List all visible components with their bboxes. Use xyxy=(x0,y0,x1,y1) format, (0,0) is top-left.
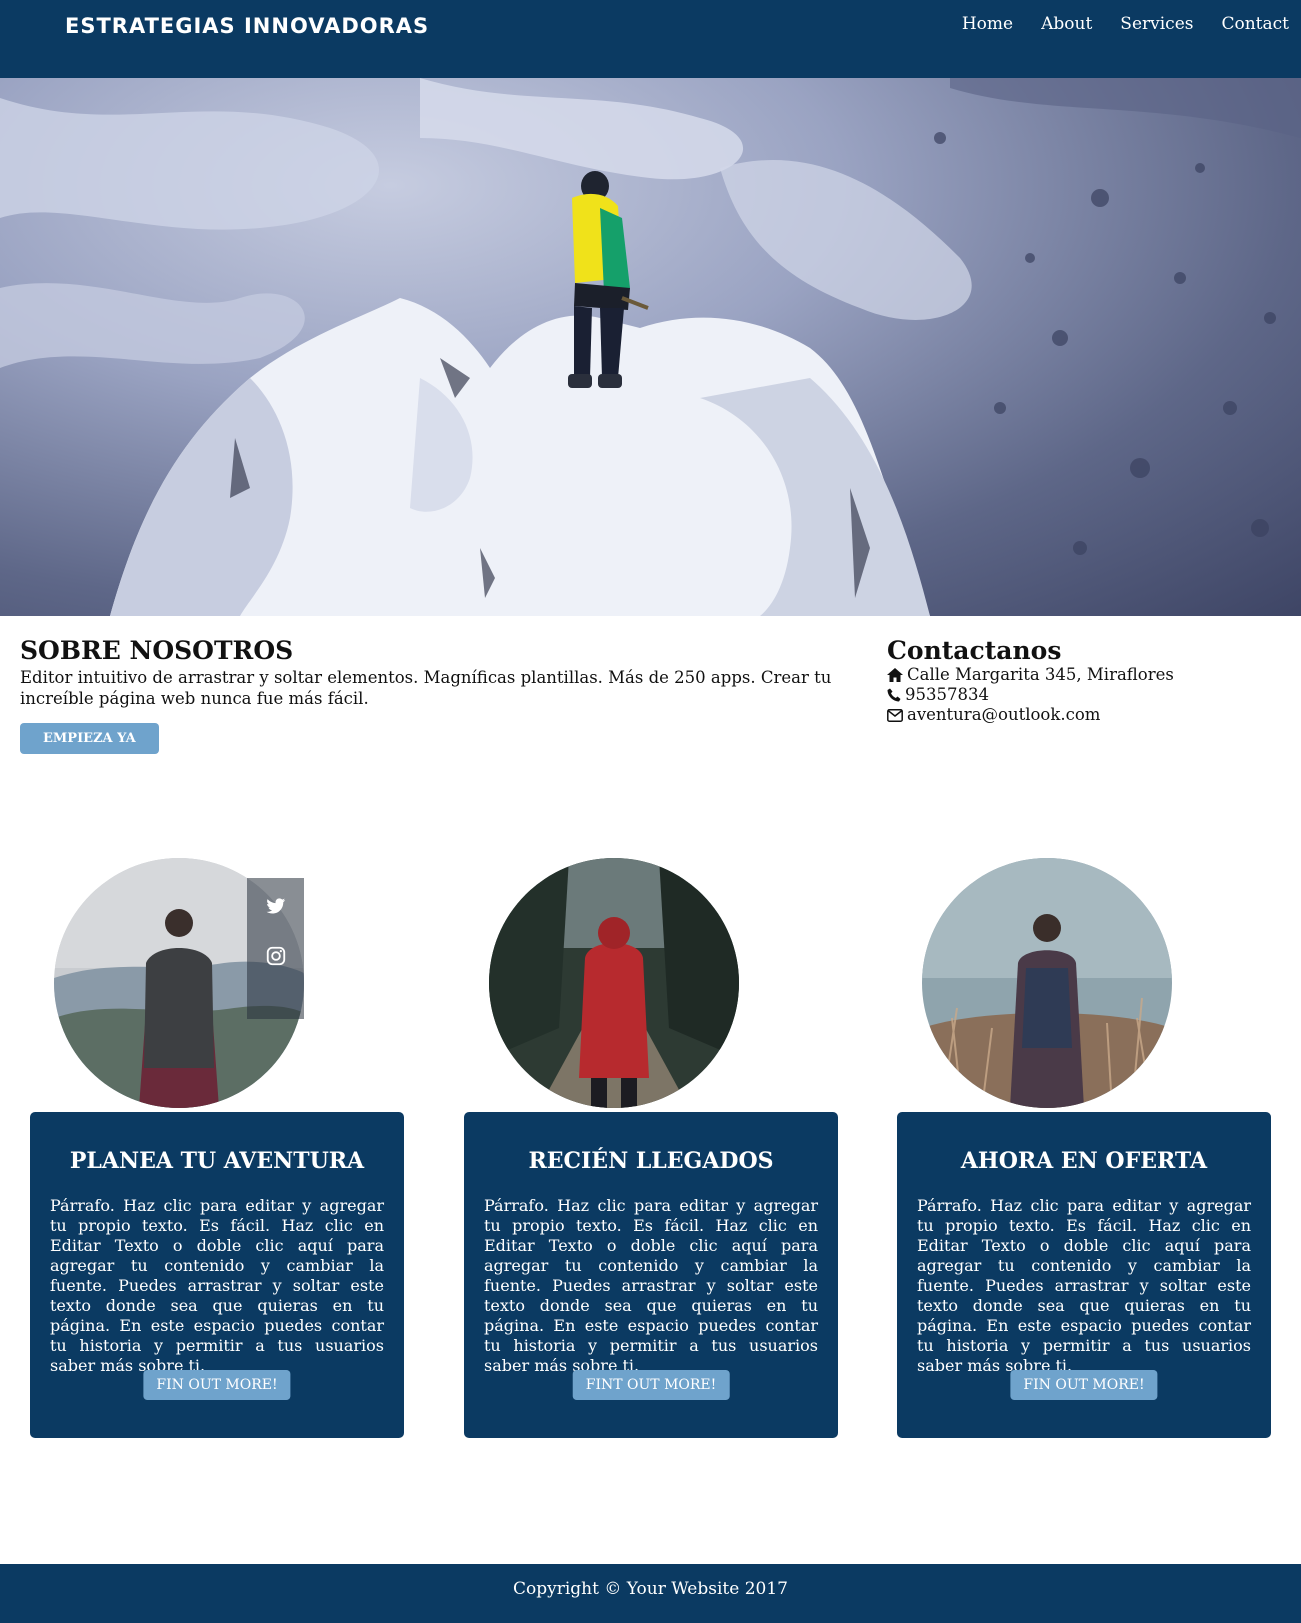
about-title: SOBRE NOSOTROS xyxy=(20,636,294,665)
about-section: SOBRE NOSOTROS Editor intuitivo de arras… xyxy=(20,636,860,754)
card-text: Párrafo. Haz clic para editar y agregar … xyxy=(917,1196,1251,1375)
footer-copyright: Copyright © Your Website 2017 xyxy=(513,1579,788,1599)
nav-link-about[interactable]: About xyxy=(1041,14,1092,34)
card-title: AHORA EN OFERTA xyxy=(960,1148,1208,1174)
card-image-plaid-shirt xyxy=(922,858,1172,1108)
empieza-ya-button[interactable]: EMPIEZA YA xyxy=(20,723,159,754)
brand-logo[interactable]: ESTRATEGIAS INNOVADORAS xyxy=(65,14,429,38)
card-ahora-en-oferta: AHORA EN OFERTA Párrafo. Haz clic para e… xyxy=(897,1112,1271,1438)
contact-address: Calle Margarita 345, Miraflores xyxy=(907,665,1174,684)
phone-icon xyxy=(887,688,901,702)
card-text: Párrafo. Haz clic para editar y agregar … xyxy=(50,1196,384,1375)
find-out-more-button[interactable]: FIN OUT MORE! xyxy=(143,1370,291,1400)
find-out-more-button[interactable]: FIN OUT MORE! xyxy=(1010,1370,1158,1400)
contact-title: Contactanos xyxy=(887,636,1062,665)
social-sidebar xyxy=(247,878,304,1019)
contact-phone: 95357834 xyxy=(905,685,989,704)
contact-phone-line: 95357834 xyxy=(887,685,1287,705)
card-recien-llegados: RECIÉN LLEGADOS Párrafo. Haz clic para e… xyxy=(464,1112,838,1438)
about-text: Editor intuitivo de arrastrar y soltar e… xyxy=(20,668,832,708)
contact-section: Contactanos Calle Margarita 345, Miraflo… xyxy=(887,636,1287,725)
find-out-more-button[interactable]: FINT OUT MORE! xyxy=(572,1370,730,1400)
instagram-icon[interactable] xyxy=(265,945,287,967)
contact-email[interactable]: aventura@outlook.com xyxy=(907,705,1100,725)
envelope-icon xyxy=(887,708,903,722)
hero-image xyxy=(0,78,1301,616)
footer: Copyright © Your Website 2017 xyxy=(0,1564,1301,1623)
card-image-red-hoodie xyxy=(489,858,739,1108)
card-planea-tu-aventura: PLANEA TU AVENTURA Párrafo. Haz clic par… xyxy=(30,1112,404,1438)
nav-link-services[interactable]: Services xyxy=(1120,14,1193,34)
nav-link-contact[interactable]: Contact xyxy=(1221,14,1289,34)
card-title: RECIÉN LLEGADOS xyxy=(528,1148,774,1174)
twitter-icon[interactable] xyxy=(265,895,287,917)
contact-email-line: aventura@outlook.com xyxy=(887,705,1287,725)
nav-link-home[interactable]: Home xyxy=(962,14,1013,34)
home-icon xyxy=(887,668,903,682)
contact-address-line: Calle Margarita 345, Miraflores xyxy=(887,665,1287,685)
card-text: Párrafo. Haz clic para editar y agregar … xyxy=(484,1196,818,1375)
top-navbar: ESTRATEGIAS INNOVADORAS Home About Servi… xyxy=(0,0,1301,78)
nav-menu: Home About Services Contact xyxy=(962,14,1289,34)
card-title: PLANEA TU AVENTURA xyxy=(69,1148,365,1174)
